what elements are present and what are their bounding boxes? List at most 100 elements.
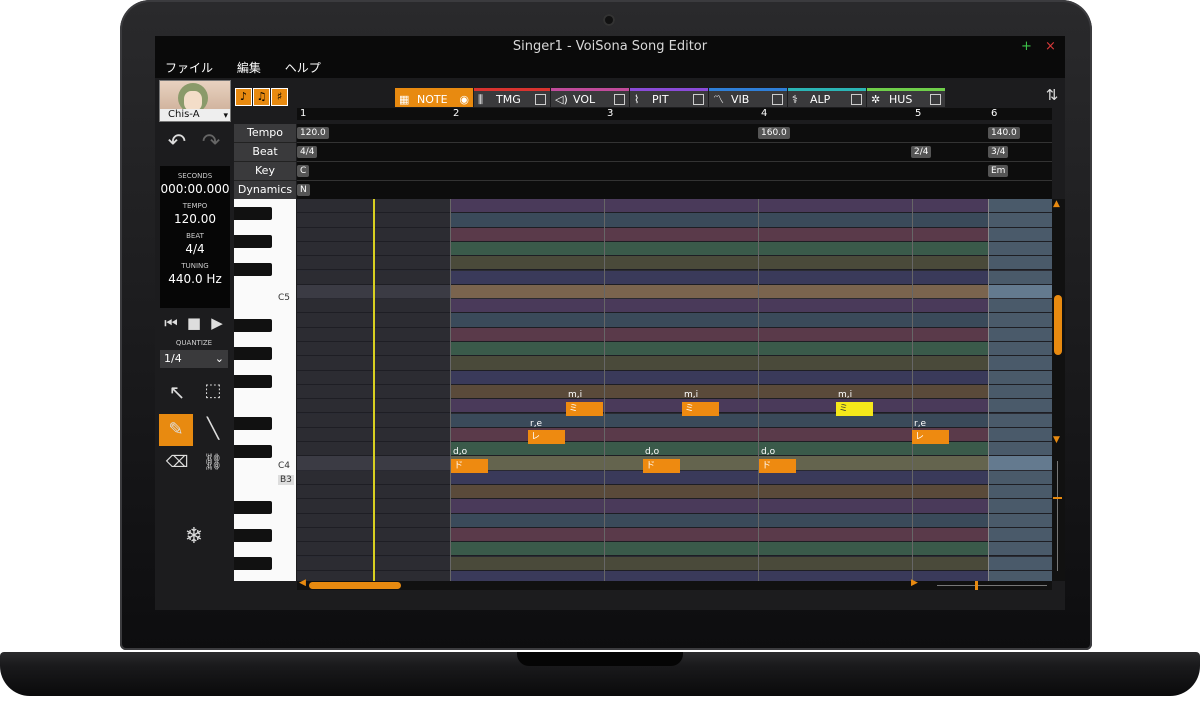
- play-icon[interactable]: ▶: [207, 314, 227, 332]
- tab-vol[interactable]: ◁) VOL: [551, 88, 629, 107]
- pitch-lane[interactable]: [297, 442, 1052, 457]
- stop-icon[interactable]: ■: [184, 314, 204, 332]
- note-block[interactable]: ド: [451, 459, 488, 473]
- pitch-lane[interactable]: [297, 556, 1052, 571]
- pitch-lane[interactable]: [297, 199, 1052, 214]
- pitch-lane[interactable]: [297, 413, 1052, 428]
- voice-icon[interactable]: ♫: [253, 88, 270, 106]
- tab-pit-checkbox[interactable]: [693, 94, 704, 105]
- tempo-marker[interactable]: 160.0: [758, 127, 790, 139]
- mixer-icon[interactable]: ⇅: [1043, 86, 1061, 104]
- key-marker[interactable]: C: [297, 165, 310, 177]
- tab-alp[interactable]: ⚕ ALP: [788, 88, 866, 107]
- redo-icon[interactable]: ↷: [197, 130, 225, 155]
- tab-alp-checkbox[interactable]: [851, 94, 862, 105]
- eye-icon[interactable]: ◉: [459, 90, 469, 109]
- pitch-lane[interactable]: [297, 270, 1052, 285]
- accidental-icon[interactable]: ♯: [271, 88, 288, 106]
- dynamics-marker[interactable]: N: [297, 184, 310, 196]
- undo-icon[interactable]: ↶: [163, 130, 191, 155]
- tab-vib[interactable]: 〽 VIB: [709, 88, 787, 107]
- black-key[interactable]: [234, 347, 272, 360]
- zoom-slider[interactable]: [937, 585, 1047, 586]
- dynamics-track[interactable]: N: [297, 181, 1052, 200]
- horizontal-scroll-thumb[interactable]: [309, 582, 401, 589]
- line-tool-icon[interactable]: ╲: [199, 416, 227, 444]
- black-key[interactable]: [234, 417, 272, 430]
- scroll-down-icon[interactable]: ▼: [1053, 435, 1060, 445]
- measure-ruler[interactable]: 1 2 3 4 5 6: [297, 108, 1052, 120]
- pitch-lane[interactable]: [297, 313, 1052, 328]
- metronome-icon[interactable]: ♪: [235, 88, 252, 106]
- tab-pit[interactable]: ⌇ PIT: [630, 88, 708, 107]
- vertical-zoom-handle[interactable]: [1053, 497, 1062, 499]
- pointer-tool-icon[interactable]: ↖: [163, 380, 191, 408]
- quantize-select[interactable]: 1/4 ⌄: [160, 350, 228, 368]
- pencil-tool-icon[interactable]: ✎: [159, 414, 193, 446]
- pitch-lane[interactable]: [297, 227, 1052, 242]
- horizontal-scrollbar[interactable]: ◀ ▶: [297, 578, 1052, 590]
- black-key[interactable]: [234, 319, 272, 332]
- pitch-lane[interactable]: [297, 527, 1052, 543]
- beat-marker[interactable]: 4/4: [297, 146, 318, 158]
- pitch-lane[interactable]: [297, 542, 1052, 557]
- pitch-lane[interactable]: [297, 284, 1052, 300]
- pitch-lane[interactable]: [297, 342, 1052, 357]
- zoom-slider-handle[interactable]: [975, 581, 978, 590]
- pitch-lane[interactable]: [297, 485, 1052, 500]
- black-key[interactable]: [234, 207, 272, 220]
- black-key[interactable]: [234, 263, 272, 276]
- black-key[interactable]: [234, 445, 272, 458]
- scroll-left-icon[interactable]: ◀: [299, 578, 306, 588]
- pitch-lane[interactable]: [297, 213, 1052, 228]
- pitch-lane[interactable]: [297, 370, 1052, 385]
- vertical-scroll-thumb[interactable]: [1054, 295, 1062, 355]
- scroll-right-icon[interactable]: ▶: [911, 578, 918, 588]
- maximize-button[interactable]: +: [1021, 36, 1032, 58]
- tab-vol-checkbox[interactable]: [614, 94, 625, 105]
- menu-file[interactable]: ファイル: [165, 58, 213, 78]
- note-block[interactable]: ド: [759, 459, 796, 473]
- pitch-lane[interactable]: [297, 256, 1052, 271]
- note-block-selected[interactable]: ミ: [836, 402, 873, 416]
- pitch-lane[interactable]: [297, 241, 1052, 257]
- note-block[interactable]: レ: [528, 430, 565, 444]
- tab-note[interactable]: ▦ NOTE ◉: [395, 88, 473, 107]
- vertical-scrollbar[interactable]: ▲ ▼: [1052, 199, 1065, 581]
- black-key[interactable]: [234, 375, 272, 388]
- pitch-lane[interactable]: [297, 327, 1052, 342]
- pitch-lane[interactable]: [297, 570, 1052, 581]
- piano-keyboard[interactable]: C5 C4 B3: [234, 199, 296, 581]
- note-block[interactable]: レ: [912, 430, 949, 444]
- black-key[interactable]: [234, 501, 272, 514]
- menu-help[interactable]: ヘルプ: [285, 58, 321, 78]
- beat-track[interactable]: 4/4 2/4 3/4: [297, 143, 1052, 162]
- scroll-up-icon[interactable]: ▲: [1053, 199, 1060, 209]
- freeze-icon[interactable]: ❄: [179, 524, 209, 549]
- tab-tmg[interactable]: ⫼ TMG: [474, 88, 550, 107]
- piano-roll-grid[interactable]: d,o ド r,e レ m,i ミ d,o ド m,i ミ d,o ド m,i …: [297, 199, 1052, 581]
- pitch-lane[interactable]: [297, 399, 1052, 414]
- pitch-lane[interactable]: [297, 499, 1052, 514]
- tempo-marker[interactable]: 120.0: [297, 127, 329, 139]
- rewind-icon[interactable]: ⏮: [161, 314, 181, 332]
- note-block[interactable]: ミ: [682, 402, 719, 416]
- close-button[interactable]: ×: [1045, 36, 1056, 58]
- singer-avatar[interactable]: Chis-A ▾: [159, 80, 231, 122]
- tempo-marker[interactable]: 140.0: [988, 127, 1020, 139]
- pitch-lane[interactable]: [297, 356, 1052, 371]
- black-key[interactable]: [234, 557, 272, 570]
- beat-marker[interactable]: 3/4: [988, 146, 1009, 158]
- beat-marker[interactable]: 2/4: [911, 146, 932, 158]
- link-tool-icon[interactable]: ⛓: [199, 452, 227, 480]
- pitch-lane[interactable]: [297, 513, 1052, 528]
- tab-hus[interactable]: ✲ HUS: [867, 88, 945, 107]
- select-tool-icon[interactable]: ⬚: [199, 380, 227, 408]
- tab-hus-checkbox[interactable]: [930, 94, 941, 105]
- tempo-track[interactable]: 120.0 160.0 140.0: [297, 124, 1052, 143]
- pitch-lane[interactable]: [297, 384, 1052, 400]
- menu-edit[interactable]: 編集: [237, 58, 261, 78]
- note-block[interactable]: ミ: [566, 402, 603, 416]
- vertical-zoom-slider[interactable]: [1057, 461, 1058, 571]
- tab-tmg-checkbox[interactable]: [535, 94, 546, 105]
